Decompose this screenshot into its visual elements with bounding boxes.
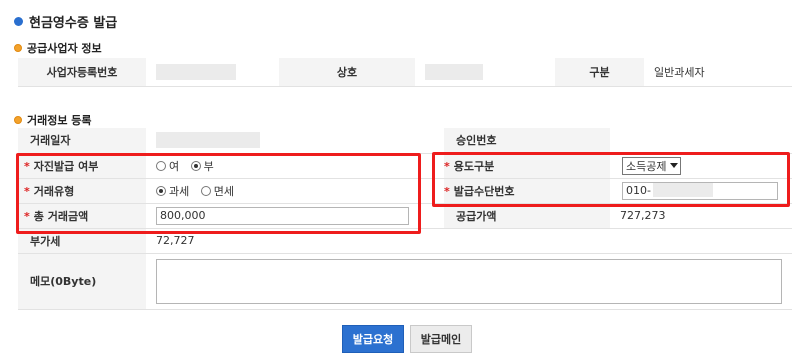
biz-no-label: 사업자등록번호 xyxy=(18,58,146,87)
redacted-date xyxy=(156,132,260,149)
transaction-section-title: 거래정보 등록 xyxy=(14,112,92,128)
biz-no-value xyxy=(146,58,279,87)
highlight-box-left xyxy=(16,153,421,234)
issue-main-button[interactable]: 발급메인 xyxy=(410,325,472,353)
section-bullet-icon xyxy=(14,116,22,124)
redacted-biz-no xyxy=(156,63,236,80)
approval-label: 승인번호 xyxy=(444,128,610,154)
transaction-section-label: 거래정보 등록 xyxy=(27,114,92,127)
supplier-section-title: 공급사업자 정보 xyxy=(14,40,102,56)
section-bullet-icon xyxy=(14,44,22,52)
page-title: 현금영수증 발급 xyxy=(14,12,117,31)
issue-request-button[interactable]: 발급요청 xyxy=(342,325,404,353)
bullet-icon xyxy=(14,17,23,26)
memo-cell xyxy=(146,253,792,310)
company-label: 상호 xyxy=(279,58,415,87)
redacted-company xyxy=(425,63,483,80)
supplier-section-label: 공급사업자 정보 xyxy=(27,42,102,55)
highlight-box-right xyxy=(432,152,790,207)
type-value: 일반과세자 xyxy=(644,58,792,87)
type-label: 구분 xyxy=(555,58,644,87)
supplier-table: 사업자등록번호 상호 구분 일반과세자 xyxy=(18,58,792,87)
page-title-text: 현금영수증 발급 xyxy=(29,16,118,31)
company-value xyxy=(415,58,555,87)
approval-value xyxy=(610,128,792,154)
date-label: 거래일자 xyxy=(18,128,146,154)
date-value xyxy=(146,128,416,154)
memo-textarea[interactable] xyxy=(156,258,782,304)
memo-label: 메모(0Byte) xyxy=(18,253,146,310)
